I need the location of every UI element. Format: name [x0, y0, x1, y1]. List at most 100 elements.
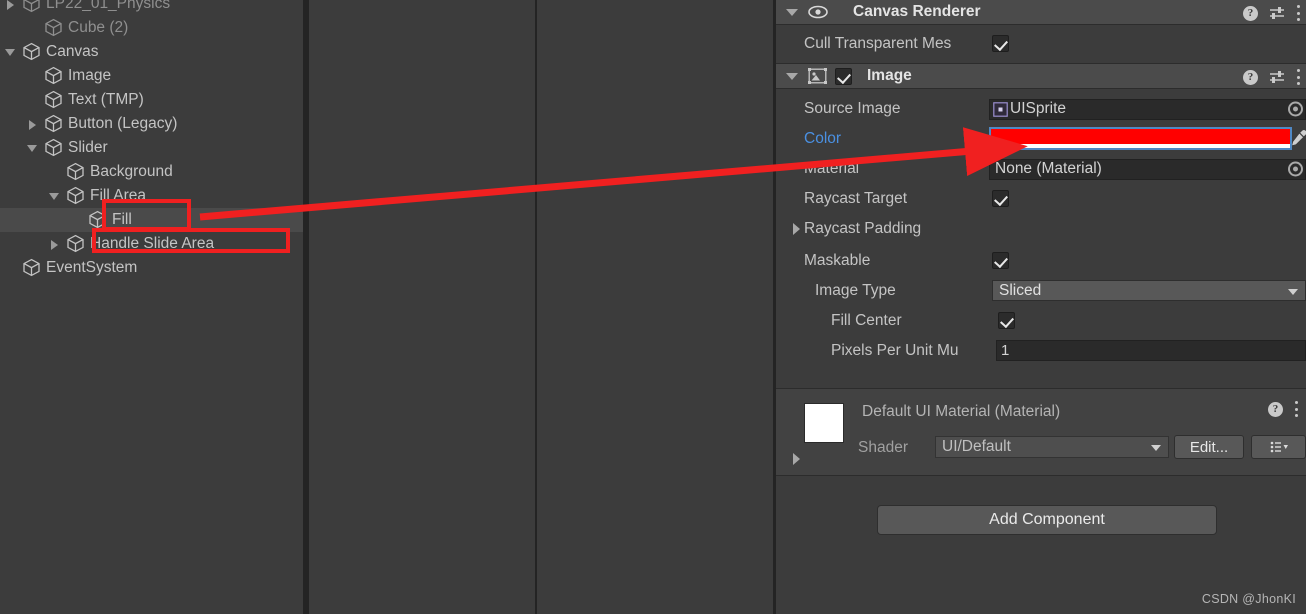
help-icon[interactable]: ? — [1243, 5, 1258, 21]
hierarchy-item-label: Text (TMP) — [68, 91, 144, 108]
hierarchy-item-slider[interactable]: Slider — [0, 136, 303, 160]
gameobject-cube-icon — [44, 18, 63, 37]
material-preview-swatch — [804, 403, 844, 443]
image-component-header[interactable]: Image ? — [776, 63, 1306, 89]
kebab-menu-icon[interactable] — [1294, 401, 1298, 417]
hierarchy-item-lp22-01-physics[interactable]: LP22_01_Physics — [0, 0, 303, 16]
chevron-down-icon[interactable] — [27, 143, 38, 154]
maskable-label: Maskable — [804, 252, 871, 269]
source-image-field[interactable]: UISprite — [989, 98, 1306, 120]
raycast-padding-row[interactable]: Raycast Padding — [776, 214, 1306, 244]
object-picker-icon[interactable] — [1288, 101, 1303, 117]
source-image-row: Source Image UISprite — [776, 94, 1306, 124]
color-swatch[interactable] — [989, 127, 1292, 150]
hierarchy-item-cube-2[interactable]: Cube (2) — [0, 16, 303, 40]
inspector-panel: Canvas Renderer ? Cull Transparent Mes I… — [776, 0, 1306, 614]
hierarchy-item-eventsystem[interactable]: EventSystem — [0, 256, 303, 280]
maskable-row: Maskable — [776, 246, 1306, 276]
canvas-renderer-header-icons: ? — [1243, 0, 1300, 26]
watermark: CSDN @JhonKI — [1201, 592, 1296, 606]
material-preview-block: Default UI Material (Material) ? Shader … — [776, 388, 1306, 476]
cull-transparent-mesh-label: Cull Transparent Mes — [804, 35, 952, 52]
maskable-checkbox[interactable] — [992, 252, 1009, 269]
canvas-renderer-body: Cull Transparent Mes — [776, 25, 1306, 63]
chevron-down-icon[interactable] — [49, 191, 60, 202]
pixels-per-unit-value: 1 — [1001, 342, 1010, 359]
hierarchy-item-fill-area[interactable]: Fill Area — [0, 184, 303, 208]
image-header-icons: ? — [1243, 64, 1300, 90]
hierarchy-item-handle-slide-area[interactable]: Handle Slide Area — [0, 232, 303, 256]
hierarchy-item-label: Canvas — [46, 43, 99, 60]
preset-icon[interactable] — [1269, 6, 1285, 20]
raycast-target-row: Raycast Target — [776, 184, 1306, 214]
hierarchy-item-label: EventSystem — [46, 259, 138, 276]
chevron-right-icon[interactable] — [27, 119, 38, 130]
object-picker-icon[interactable] — [1288, 161, 1303, 177]
image-enabled-checkbox[interactable] — [835, 67, 852, 85]
raycast-target-checkbox[interactable] — [992, 190, 1009, 207]
eyedropper-icon[interactable] — [1288, 128, 1306, 148]
material-row: Material None (Material) — [776, 154, 1306, 184]
gameobject-cube-icon — [22, 0, 41, 13]
gameobject-cube-icon — [22, 258, 41, 277]
gameobject-cube-icon — [22, 42, 41, 61]
shader-label: Shader — [858, 439, 908, 456]
cull-transparent-mesh-checkbox[interactable] — [992, 35, 1009, 52]
image-type-dropdown[interactable]: Sliced — [992, 280, 1306, 301]
material-field[interactable]: None (Material) — [989, 158, 1306, 180]
gameobject-cube-icon — [44, 66, 63, 85]
color-row: Color — [776, 124, 1306, 154]
image-type-row: Image Type Sliced — [776, 276, 1306, 306]
gameobject-cube-icon — [44, 90, 63, 109]
chevron-right-icon[interactable] — [790, 453, 802, 465]
hierarchy-item-fill[interactable]: Fill — [0, 208, 303, 232]
chevron-right-icon[interactable] — [49, 239, 60, 250]
shader-dropdown[interactable]: UI/Default — [935, 436, 1169, 458]
kebab-menu-icon[interactable] — [1296, 69, 1300, 85]
pixels-per-unit-row: Pixels Per Unit Mu 1 — [776, 336, 1306, 366]
help-icon[interactable]: ? — [1243, 69, 1258, 85]
chevron-down-icon[interactable] — [786, 6, 798, 18]
material-header-icons: ? — [1268, 399, 1298, 419]
gameobject-cube-icon — [44, 138, 63, 157]
source-image-label: Source Image — [804, 100, 901, 117]
hierarchy-item-label: Background — [90, 163, 173, 180]
image-type-label: Image Type — [815, 282, 896, 299]
raycast-target-label: Raycast Target — [804, 190, 908, 207]
color-label: Color — [804, 130, 842, 147]
hierarchy-item-canvas[interactable]: Canvas — [0, 40, 303, 64]
raycast-padding-label: Raycast Padding — [804, 220, 922, 237]
hierarchy-item-image[interactable]: Image — [0, 64, 303, 88]
shader-options-button[interactable] — [1251, 435, 1306, 459]
edit-shader-button[interactable]: Edit... — [1174, 435, 1244, 459]
hierarchy-item-label: LP22_01_Physics — [46, 0, 171, 12]
hierarchy-item-background[interactable]: Background — [0, 160, 303, 184]
hierarchy-item-label: Handle Slide Area — [90, 235, 215, 252]
gameobject-cube-icon — [66, 234, 85, 253]
gameobject-cube-icon — [88, 210, 107, 229]
chevron-right-icon[interactable] — [5, 0, 16, 10]
canvas-renderer-title: Canvas Renderer — [853, 3, 981, 20]
gameobject-cube-icon — [44, 114, 63, 133]
chevron-down-icon[interactable] — [786, 70, 798, 82]
hierarchy-item-label: Image — [68, 67, 112, 84]
pixels-per-unit-input[interactable]: 1 — [996, 340, 1306, 361]
hierarchy-item-label: Button (Legacy) — [68, 115, 178, 132]
sprite-icon — [993, 101, 1008, 117]
canvas-renderer-header[interactable]: Canvas Renderer ? — [776, 0, 1306, 25]
chevron-right-icon[interactable] — [790, 223, 802, 235]
material-label: Material — [804, 160, 860, 177]
scene-panel-left — [309, 0, 535, 614]
fill-center-checkbox[interactable] — [998, 312, 1015, 329]
kebab-menu-icon[interactable] — [1296, 5, 1300, 21]
unity-editor-screenshot: LP22_01_Physics Cube (2) Canvas Image Text (… — [0, 0, 1306, 614]
hierarchy-item-button-legacy[interactable]: Button (Legacy) — [0, 112, 303, 136]
hierarchy-item-text-tmp[interactable]: Text (TMP) — [0, 88, 303, 112]
help-icon[interactable]: ? — [1268, 401, 1283, 417]
add-component-button[interactable]: Add Component — [877, 505, 1217, 535]
material-title: Default UI Material (Material) — [862, 403, 1061, 420]
chevron-down-icon[interactable] — [5, 47, 16, 58]
preset-icon[interactable] — [1269, 70, 1285, 84]
eye-icon[interactable] — [808, 5, 828, 19]
image-type-value: Sliced — [999, 281, 1042, 299]
